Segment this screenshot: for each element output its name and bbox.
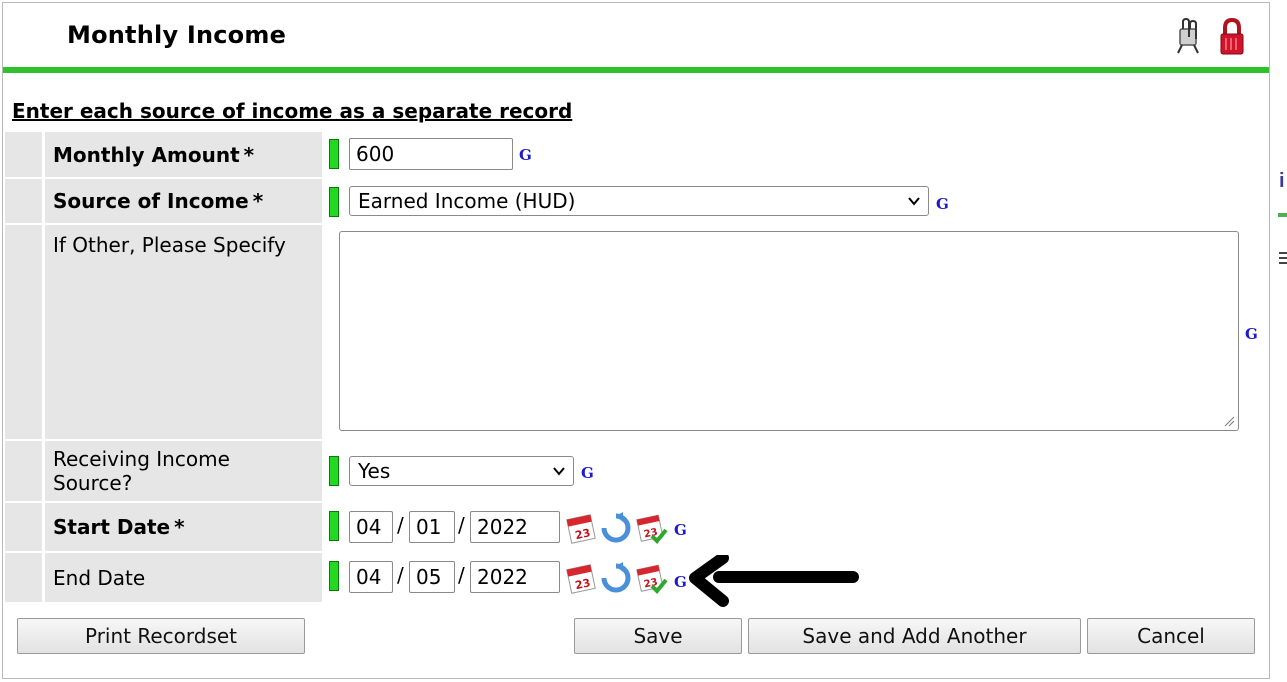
row-start-date: Start Date * / / 23 23 [5,503,1269,551]
resize-grip-icon[interactable] [1223,415,1235,427]
end-month-input[interactable] [349,561,393,593]
receiving-label: Receiving Income Source? [45,441,322,501]
cancel-button[interactable]: Cancel [1087,618,1255,654]
g-link[interactable]: G [674,521,687,539]
status-flag [329,511,339,541]
start-month-input[interactable] [349,511,393,543]
label-text: Monthly Amount [53,142,240,167]
date-separator: / [458,513,465,537]
row-gutter [5,225,42,439]
required-marker: * [174,515,185,539]
date-separator: / [397,563,404,587]
row-gutter [5,132,42,177]
label-text: If Other, Please Specify [53,233,286,257]
required-marker: * [243,142,255,167]
start-day-input[interactable] [409,511,455,543]
monthly-amount-input[interactable] [349,138,513,170]
label-text: End Date [53,565,146,590]
paperclip-icon[interactable] [1173,17,1203,57]
start-year-input[interactable] [470,511,560,543]
background-accent [1278,213,1287,217]
background-glyph: i [1279,170,1285,192]
status-flag [329,456,339,486]
label-text: Source of Income [53,189,249,213]
required-marker: * [252,189,264,213]
dialog-title: Monthly Income [67,21,287,49]
calendar-icon[interactable]: 23 [565,511,599,545]
other-textarea[interactable] [339,231,1239,431]
row-monthly-amount: Monthly Amount * G [5,132,1269,177]
status-flag [329,561,339,591]
label-text: Start Date [53,515,171,539]
source-select-value: Earned Income (HUD) [358,189,576,213]
source-label: Source of Income * [45,179,322,223]
g-link[interactable]: G [936,195,949,213]
label-text: Receiving Income Source? [53,447,230,495]
row-gutter [5,553,42,602]
background-menu-icon [1279,252,1287,264]
header-rule [3,67,1269,73]
calendar-check-icon[interactable]: 23 [635,511,669,545]
g-link[interactable]: G [519,146,532,164]
end-year-input[interactable] [470,561,560,593]
calendar-check-icon[interactable]: 23 [635,561,669,595]
row-end-date: End Date / / 23 23 G [5,553,1269,602]
save-and-add-another-button[interactable]: Save and Add Another [748,618,1081,654]
g-link[interactable]: G [1245,325,1258,343]
receiving-select[interactable]: Yes [349,456,574,486]
receiving-select-value: Yes [358,459,391,483]
annotation-arrow-icon [689,555,859,607]
g-link[interactable]: G [674,573,687,591]
calendar-icon[interactable]: 23 [565,561,599,595]
status-flag [329,139,339,169]
date-separator: / [458,563,465,587]
refresh-icon[interactable] [599,511,633,545]
row-gutter [5,441,42,501]
monthly-income-dialog: Monthly Income Enter each source of inco… [2,2,1270,679]
row-gutter [5,503,42,551]
end-date-label: End Date [45,553,322,602]
date-separator: / [397,513,404,537]
lock-icon[interactable] [1217,17,1247,57]
status-flag [329,187,339,217]
source-select[interactable]: Earned Income (HUD) [349,186,929,216]
row-source-of-income: Source of Income * Earned Income (HUD) G [5,179,1269,223]
chevron-down-icon [908,197,920,206]
save-button[interactable]: Save [574,618,742,654]
background-page [1270,0,1287,682]
print-recordset-button[interactable]: Print Recordset [17,618,305,654]
instruction-text: Enter each source of income as a separat… [12,99,573,123]
chevron-down-icon [553,467,565,476]
refresh-icon[interactable] [599,561,633,595]
other-label: If Other, Please Specify [45,225,322,439]
row-other: If Other, Please Specify G [5,225,1269,439]
g-link[interactable]: G [581,464,594,482]
row-receiving: Receiving Income Source? Yes G [5,441,1269,501]
row-gutter [5,179,42,223]
dialog-header: Monthly Income [3,3,1269,67]
start-date-label: Start Date * [45,503,322,551]
end-day-input[interactable] [409,561,455,593]
monthly-amount-label: Monthly Amount * [45,132,322,177]
